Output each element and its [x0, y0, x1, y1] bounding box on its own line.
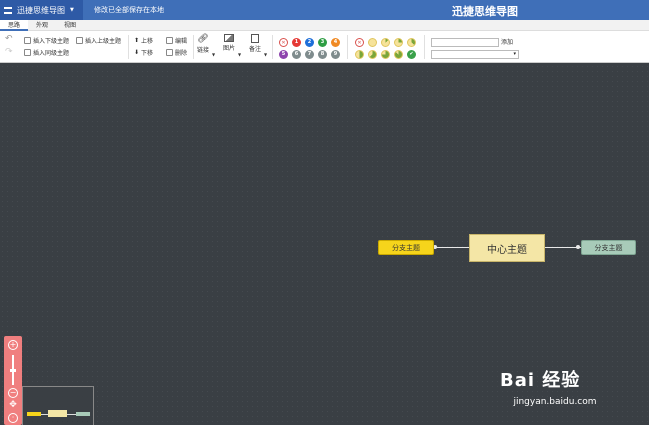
checkmark-icon[interactable]: ✔ [407, 50, 416, 59]
priority-2-icon[interactable]: 2 [305, 38, 314, 47]
minimap-link [41, 414, 48, 415]
insert-parent-button[interactable]: 插入上级主题 [76, 36, 121, 45]
branch-topic-right[interactable]: 分支主题 [581, 240, 636, 255]
tab-bar: 思路 外观 视图 [0, 20, 649, 31]
minimap-node [48, 410, 67, 417]
insert-child-icon [24, 37, 31, 44]
document-title[interactable]: 迅捷思维导图 [430, 3, 540, 19]
remove-priority-icon[interactable]: ✕ [279, 38, 288, 47]
move-down-label: 下移 [141, 50, 154, 57]
progress-6-icon[interactable] [381, 50, 390, 59]
note-icon [251, 34, 259, 43]
move-down-button[interactable]: ⬇ 下移 [134, 48, 153, 57]
chevron-down-icon: ▼ [70, 7, 74, 13]
divider [128, 35, 129, 59]
add-button[interactable]: 添加 [501, 37, 513, 46]
top-bar: 迅捷思维导图 ▼ 修改已全部保存在本地 迅捷思维导图 [0, 0, 649, 20]
priority-8-icon[interactable]: 8 [318, 50, 327, 59]
priority-1-icon[interactable]: 1 [292, 38, 301, 47]
insert-parent-label: 插入上级主题 [85, 38, 122, 45]
insert-child-button[interactable]: 插入下级主题 [24, 36, 69, 45]
zoom-slider-handle[interactable] [10, 369, 16, 372]
progress-1-icon[interactable] [381, 38, 390, 47]
progress-2-icon[interactable] [394, 38, 403, 47]
image-label: 图片 [223, 45, 236, 52]
zoom-panel: + − ✥ · [4, 336, 22, 425]
minimap-link [67, 414, 76, 415]
connector-line [434, 247, 469, 248]
arrow-up-icon: ⬆ [134, 37, 140, 44]
image-icon [224, 34, 234, 42]
toolbar: ↶ ↷ 插入下级主题 插入上级主题 插入同级主题 ⬆ 上移 ⬇ 下移 编辑 删除… [0, 31, 649, 63]
arrow-down-icon: ⬇ [134, 49, 140, 56]
undo-icon[interactable]: ↶ [5, 34, 13, 44]
trash-icon [166, 49, 173, 56]
menu-icon [4, 6, 12, 14]
insert-parent-icon [76, 37, 83, 44]
priority-6-icon[interactable]: 6 [292, 50, 301, 59]
minimap-node [76, 412, 90, 416]
chevron-down-icon[interactable]: ▼ [212, 52, 215, 57]
progress-5-icon[interactable] [368, 50, 377, 59]
center-topic[interactable]: 中心主题 [469, 234, 545, 262]
delete-label: 删除 [175, 50, 188, 57]
zoom-in-icon[interactable]: + [8, 340, 18, 350]
connector-dot [576, 245, 580, 249]
move-up-button[interactable]: ⬆ 上移 [134, 36, 153, 45]
priority-9-icon[interactable]: 9 [331, 50, 340, 59]
edit-button[interactable]: 编辑 [166, 36, 187, 45]
tab-appearance[interactable]: 外观 [28, 20, 56, 31]
remove-progress-icon[interactable]: ✕ [355, 38, 364, 47]
minimap-node [27, 412, 41, 416]
redo-icon[interactable]: ↷ [5, 47, 13, 57]
edit-label: 编辑 [175, 38, 188, 45]
divider [424, 35, 425, 59]
progress-4-icon[interactable] [355, 50, 364, 59]
minimap[interactable] [22, 386, 94, 425]
edit-icon [166, 37, 173, 44]
branch-topic-left[interactable]: 分支主题 [378, 240, 434, 255]
divider [272, 35, 273, 59]
save-status: 修改已全部保存在本地 [94, 6, 164, 14]
insert-sibling-label: 插入同级主题 [33, 50, 70, 57]
divider [193, 35, 194, 59]
chevron-down-icon[interactable]: ▼ [238, 52, 241, 57]
priority-7-icon[interactable]: 7 [305, 50, 314, 59]
note-label: 备注 [249, 46, 262, 53]
note-button[interactable]: 备注 [249, 34, 261, 53]
tab-thinking[interactable]: 思路 [0, 20, 29, 31]
tab-view[interactable]: 视图 [56, 20, 84, 31]
insert-sibling-button[interactable]: 插入同级主题 [24, 48, 69, 57]
insert-child-label: 插入下级主题 [33, 38, 70, 45]
priority-4-icon[interactable]: 4 [331, 38, 340, 47]
insert-sibling-icon [24, 49, 31, 56]
app-menu-button[interactable]: 迅捷思维导图 ▼ [0, 0, 83, 20]
chevron-down-icon: ▾ [513, 51, 516, 57]
move-icon[interactable]: ✥ [8, 401, 18, 411]
baidu-jingyan-watermark: Bai 经验 [500, 370, 581, 391]
tag-select[interactable]: ▾ [431, 50, 519, 59]
image-button[interactable]: 图片 [223, 34, 235, 52]
watermark-url: jingyan.baidu.com [513, 397, 597, 407]
fit-view-icon[interactable]: · [8, 413, 18, 423]
move-up-label: 上移 [141, 38, 154, 45]
app-name: 迅捷思维导图 [17, 5, 65, 15]
link-icon: 🔗︎ [197, 34, 209, 44]
priority-3-icon[interactable]: 3 [318, 38, 327, 47]
chevron-down-icon[interactable]: ▼ [264, 52, 267, 57]
link-label: 链接 [197, 47, 210, 54]
divider [347, 35, 348, 59]
zoom-out-icon[interactable]: − [8, 388, 18, 398]
priority-5-icon[interactable]: 5 [279, 50, 288, 59]
tag-input[interactable] [431, 38, 499, 47]
progress-7-icon[interactable] [394, 50, 403, 59]
delete-button[interactable]: 删除 [166, 48, 187, 57]
progress-0-icon[interactable] [368, 38, 377, 47]
progress-3-icon[interactable] [407, 38, 416, 47]
link-button[interactable]: 🔗︎ 链接 [197, 34, 209, 54]
